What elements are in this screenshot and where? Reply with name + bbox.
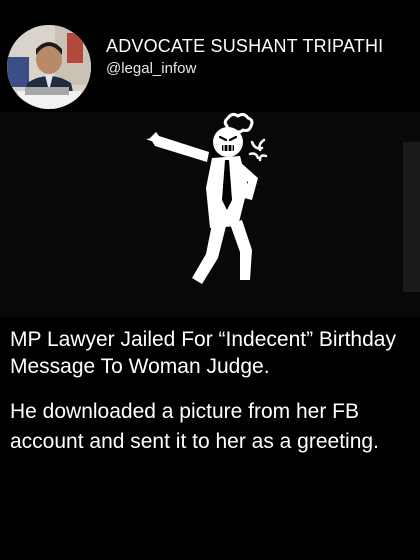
avatar[interactable]: [7, 25, 91, 109]
author-name[interactable]: ADVOCATE SUSHANT TRIPATHI: [106, 36, 383, 57]
post-body-text: He downloaded a picture from her FB acco…: [10, 400, 379, 453]
post-media[interactable]: [0, 112, 420, 317]
angry-face-icon: [213, 127, 243, 157]
anger-symbol-icon: [248, 138, 268, 162]
post-headline: MP Lawyer Jailed For “Indecent” Birthday…: [10, 328, 396, 378]
avatar-photo: [7, 25, 91, 109]
author-handle[interactable]: @legal_infow: [106, 60, 196, 77]
post-header: ADVOCATE SUSHANT TRIPATHI @legal_infow: [0, 0, 420, 115]
angry-stick-figure-icon: [146, 112, 268, 284]
media-scroll-edge: [403, 142, 420, 292]
